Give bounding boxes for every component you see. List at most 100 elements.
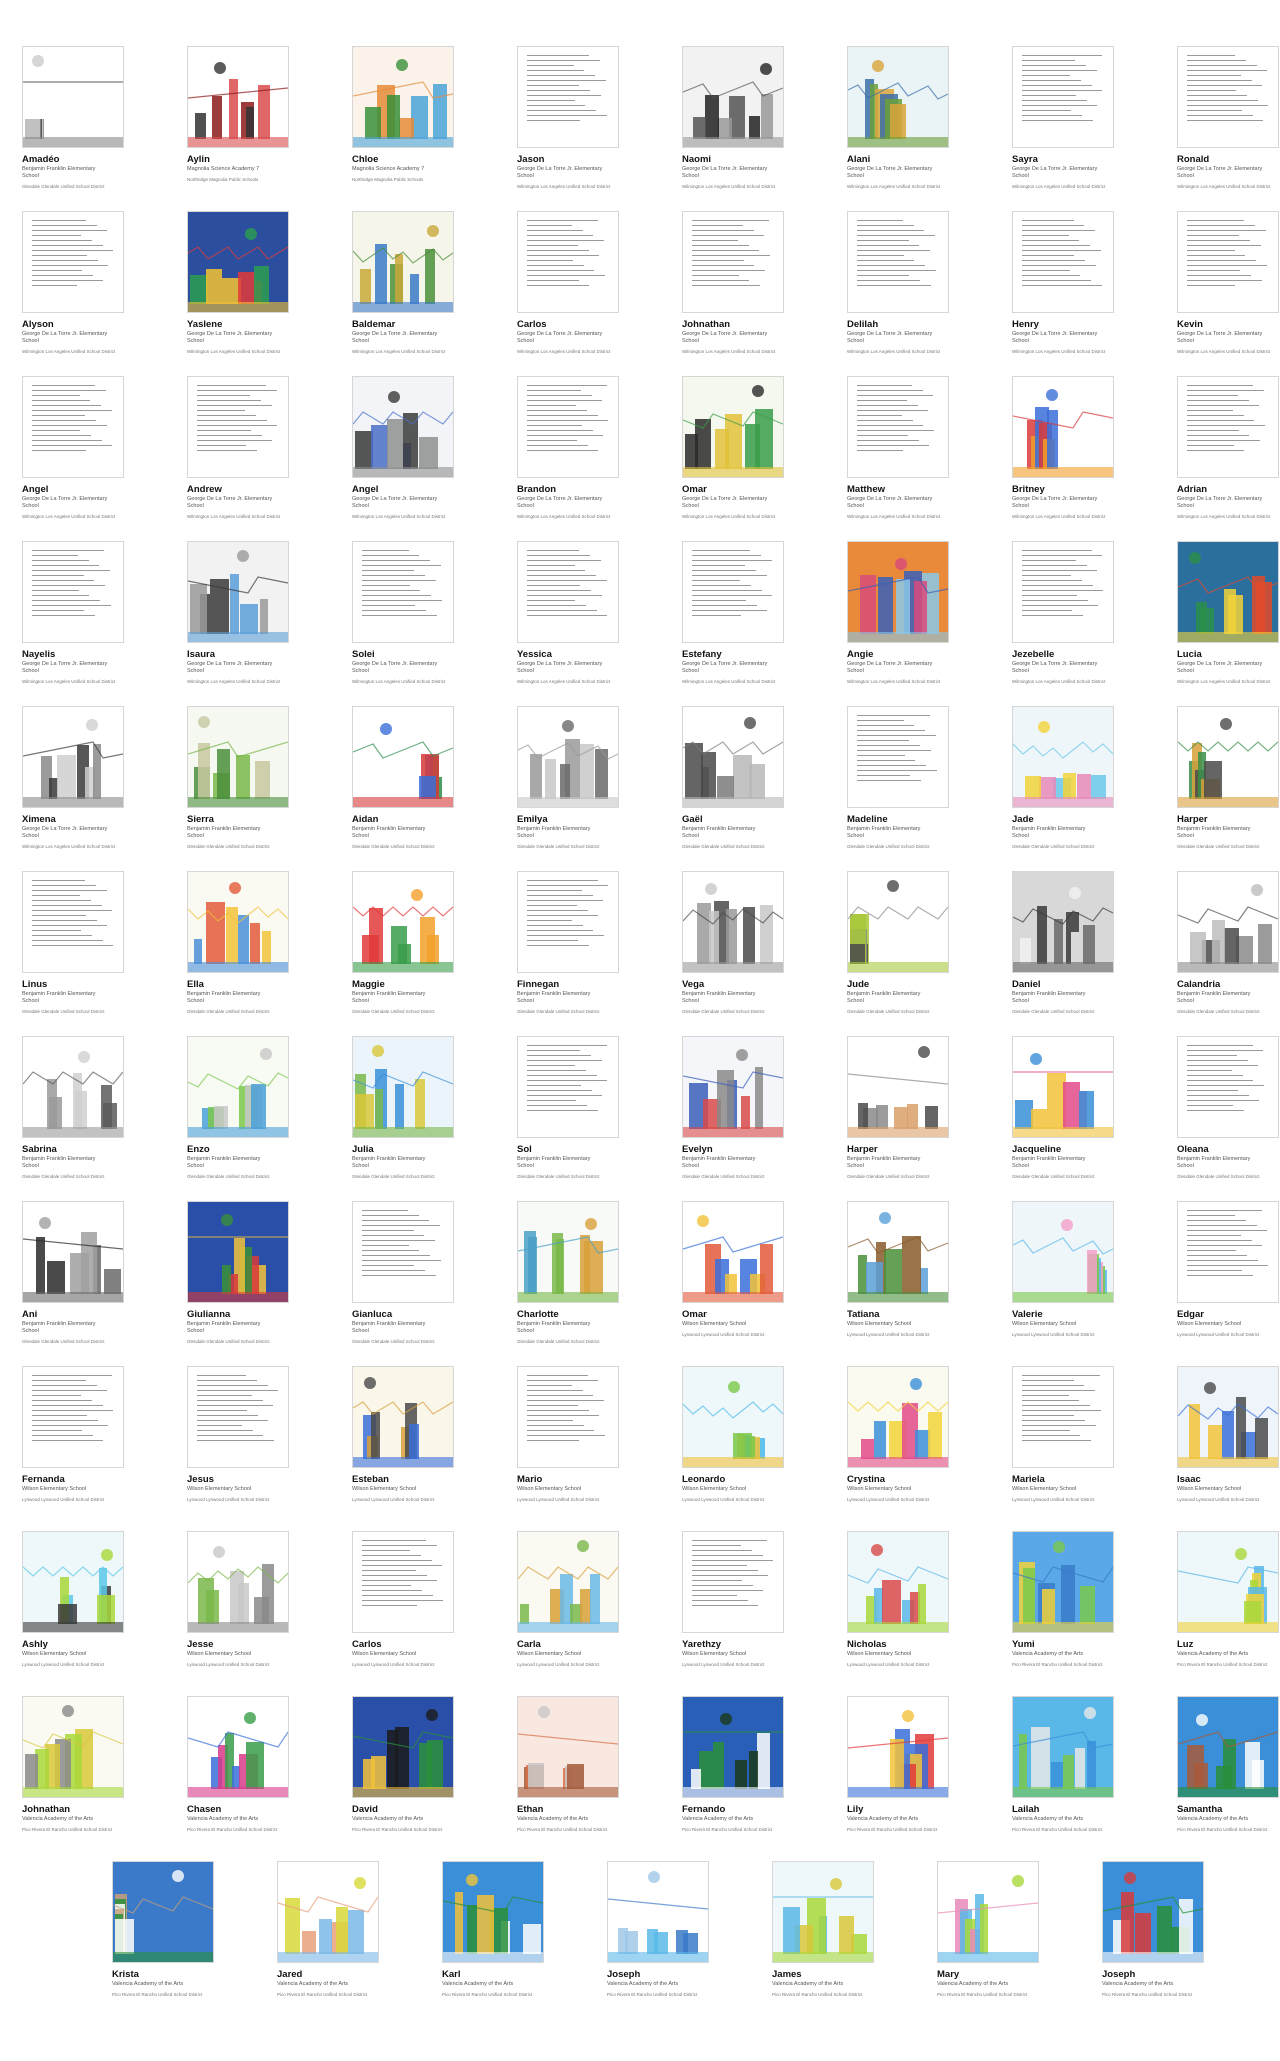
poem-thumbnail[interactable] (352, 1201, 454, 1303)
drawing-thumbnail[interactable] (847, 541, 949, 643)
drawing-thumbnail[interactable] (1177, 706, 1279, 808)
drawing-thumbnail[interactable] (682, 1696, 784, 1798)
drawing-thumbnail[interactable] (847, 1201, 949, 1303)
artwork-card[interactable]: Lailah Valencia Academy of the Arts Pico R… (1012, 1696, 1114, 1833)
poem-thumbnail[interactable] (1012, 46, 1114, 148)
artwork-card[interactable]: Julia Benjamin Franklin Elementary School… (352, 1036, 454, 1180)
artwork-card[interactable]: Maggie Benjamin Franklin Elementary Schoo… (352, 871, 454, 1015)
artwork-card[interactable]: Joseph Valencia Academy of the Arts Pico R… (607, 1861, 709, 1998)
drawing-thumbnail[interactable] (847, 1696, 949, 1798)
artwork-card[interactable]: Fernanda Wilson Elementary School Lynwood … (22, 1366, 124, 1503)
drawing-thumbnail[interactable] (517, 1531, 619, 1633)
drawing-thumbnail[interactable] (1102, 1861, 1204, 1963)
poem-thumbnail[interactable] (22, 541, 124, 643)
poem-thumbnail[interactable] (1177, 376, 1279, 478)
artwork-card[interactable]: Jacqueline Benjamin Franklin Elementary S… (1012, 1036, 1114, 1180)
artwork-card[interactable]: Esteban Wilson Elementary School Lynwood L… (352, 1366, 454, 1503)
artwork-card[interactable]: Carlos Wilson Elementary School Lynwood Ly… (352, 1531, 454, 1668)
drawing-thumbnail[interactable] (847, 871, 949, 973)
drawing-thumbnail[interactable] (187, 1531, 289, 1633)
artwork-card[interactable]: David Valencia Academy of the Arts Pico Ri… (352, 1696, 454, 1833)
poem-thumbnail[interactable] (1012, 541, 1114, 643)
artwork-card[interactable]: Mario Wilson Elementary School Lynwood Lyn… (517, 1366, 619, 1503)
poem-thumbnail[interactable] (22, 211, 124, 313)
poem-thumbnail[interactable] (517, 1036, 619, 1138)
drawing-thumbnail[interactable] (1177, 1366, 1279, 1468)
drawing-thumbnail[interactable] (772, 1861, 874, 1963)
artwork-card[interactable]: Adrian George De La Torre Jr. Elementary … (1177, 376, 1279, 520)
artwork-card[interactable]: Aidan Benjamin Franklin Elementary School… (352, 706, 454, 850)
drawing-thumbnail[interactable] (682, 376, 784, 478)
artwork-card[interactable]: Karl Valencia Academy of the Arts Pico Riv… (442, 1861, 544, 1998)
poem-thumbnail[interactable] (517, 541, 619, 643)
drawing-thumbnail[interactable] (517, 1696, 619, 1798)
artwork-card[interactable]: Brandon George De La Torre Jr. Elementary… (517, 376, 619, 520)
artwork-card[interactable]: Mariela Wilson Elementary School Lynwood L… (1012, 1366, 1114, 1503)
artwork-card[interactable]: Johnathan Valencia Academy of the Arts Pic… (22, 1696, 124, 1833)
poem-thumbnail[interactable] (1012, 1366, 1114, 1468)
poem-thumbnail[interactable] (22, 376, 124, 478)
artwork-card[interactable]: Omar George De La Torre Jr. Elementary Sc… (682, 376, 784, 520)
drawing-thumbnail[interactable] (607, 1861, 709, 1963)
artwork-card[interactable]: Charlotte Benjamin Franklin Elementary Sc… (517, 1201, 619, 1345)
artwork-card[interactable]: Harper Benjamin Franklin Elementary Schoo… (1177, 706, 1279, 850)
artwork-card[interactable]: Calandria Benjamin Franklin Elementary Sc… (1177, 871, 1279, 1015)
drawing-thumbnail[interactable] (22, 1531, 124, 1633)
artwork-card[interactable]: Sayra George De La Torre Jr. Elementary S… (1012, 46, 1114, 190)
artwork-card[interactable]: Angie George De La Torre Jr. Elementary S… (847, 541, 949, 685)
drawing-thumbnail[interactable] (1012, 1036, 1114, 1138)
artwork-card[interactable]: Carlos George De La Torre Jr. Elementary … (517, 211, 619, 355)
artwork-card[interactable]: Isaura George De La Torre Jr. Elementary … (187, 541, 289, 685)
drawing-thumbnail[interactable] (352, 706, 454, 808)
drawing-thumbnail[interactable] (1177, 1696, 1279, 1798)
drawing-thumbnail[interactable] (1012, 706, 1114, 808)
artwork-card[interactable]: Jared Valencia Academy of the Arts Pico Ri… (277, 1861, 379, 1998)
drawing-thumbnail[interactable] (517, 706, 619, 808)
poem-thumbnail[interactable] (1177, 1036, 1279, 1138)
poem-thumbnail[interactable] (517, 1366, 619, 1468)
artwork-card[interactable]: Chasen Valencia Academy of the Arts Pico R… (187, 1696, 289, 1833)
artwork-card[interactable]: Giulianna Benjamin Franklin Elementary Sc… (187, 1201, 289, 1345)
poem-thumbnail[interactable] (517, 376, 619, 478)
artwork-card[interactable]: Crystina Wilson Elementary School Lynwood … (847, 1366, 949, 1503)
drawing-thumbnail[interactable] (682, 1201, 784, 1303)
artwork-card[interactable]: Luz Valencia Academy of the Arts Pico Rive… (1177, 1531, 1279, 1668)
artwork-card[interactable]: Jesse Wilson Elementary School Lynwood Lyn… (187, 1531, 289, 1668)
poem-thumbnail[interactable] (517, 211, 619, 313)
poem-thumbnail[interactable] (1177, 211, 1279, 313)
artwork-card[interactable]: Samantha Valencia Academy of the Arts Pico… (1177, 1696, 1279, 1833)
artwork-card[interactable]: Henry George De La Torre Jr. Elementary S… (1012, 211, 1114, 355)
drawing-thumbnail[interactable] (847, 1036, 949, 1138)
artwork-card[interactable]: Angel George De La Torre Jr. Elementary S… (352, 376, 454, 520)
artwork-card[interactable]: Finnegan Benjamin Franklin Elementary Sch… (517, 871, 619, 1015)
artwork-card[interactable]: Oleana Benjamin Franklin Elementary Schoo… (1177, 1036, 1279, 1180)
drawing-thumbnail[interactable] (352, 1696, 454, 1798)
artwork-card[interactable]: Ximena George De La Torre Jr. Elementary … (22, 706, 124, 850)
artwork-card[interactable]: Mary Valencia Academy of the Arts Pico Riv… (937, 1861, 1039, 1998)
drawing-thumbnail[interactable] (1177, 871, 1279, 973)
artwork-card[interactable]: Omar Wilson Elementary School Lynwood Lynw… (682, 1201, 784, 1338)
poem-thumbnail[interactable] (847, 211, 949, 313)
artwork-card[interactable]: Sol Benjamin Franklin Elementary School Gl… (517, 1036, 619, 1180)
artwork-card[interactable]: Ashly Wilson Elementary School Lynwood Lyn… (22, 1531, 124, 1668)
artwork-card[interactable]: Evelyn Benjamin Franklin Elementary Schoo… (682, 1036, 784, 1180)
artwork-card[interactable]: Yaslene George De La Torre Jr. Elementary… (187, 211, 289, 355)
artwork-card[interactable]: Alani George De La Torre Jr. Elementary S… (847, 46, 949, 190)
artwork-card[interactable]: Jezebelle George De La Torre Jr. Elementa… (1012, 541, 1114, 685)
artwork-card[interactable]: Harper Benjamin Franklin Elementary Schoo… (847, 1036, 949, 1180)
drawing-thumbnail[interactable] (352, 46, 454, 148)
drawing-thumbnail[interactable] (1012, 1531, 1114, 1633)
poem-thumbnail[interactable] (187, 1366, 289, 1468)
drawing-thumbnail[interactable] (682, 706, 784, 808)
artwork-card[interactable]: Kevin George De La Torre Jr. Elementary S… (1177, 211, 1279, 355)
artwork-card[interactable]: Yarethzy Wilson Elementary School Lynwood … (682, 1531, 784, 1668)
poem-thumbnail[interactable] (352, 541, 454, 643)
artwork-card[interactable]: Enzo Benjamin Franklin Elementary School G… (187, 1036, 289, 1180)
drawing-thumbnail[interactable] (22, 46, 124, 148)
poem-thumbnail[interactable] (22, 1366, 124, 1468)
artwork-card[interactable]: Emilya Benjamin Franklin Elementary Schoo… (517, 706, 619, 850)
drawing-thumbnail[interactable] (352, 211, 454, 313)
drawing-thumbnail[interactable] (1012, 1696, 1114, 1798)
poem-thumbnail[interactable] (187, 376, 289, 478)
artwork-card[interactable]: Solei George De La Torre Jr. Elementary S… (352, 541, 454, 685)
